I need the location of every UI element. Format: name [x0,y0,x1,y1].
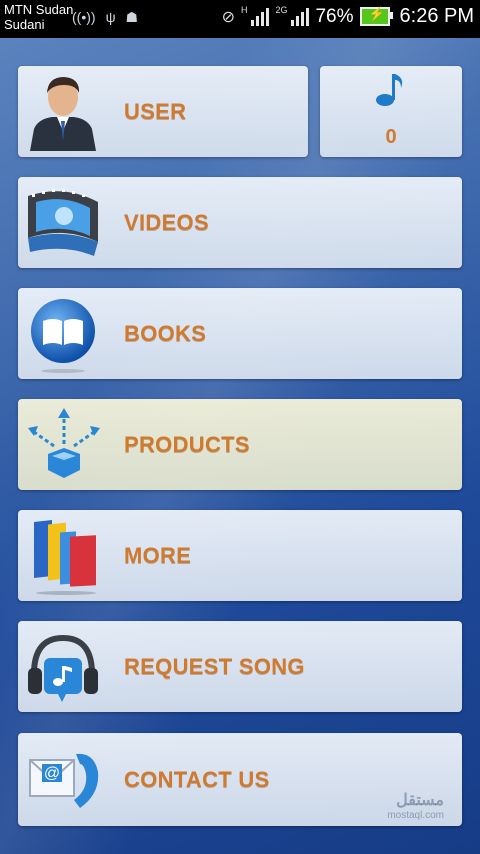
network-type-h: H [240,5,248,15]
more-label: MORE [124,542,192,568]
clock: 6:26 PM [399,5,474,27]
hotspot-icon: ((•)) [72,9,96,25]
battery-percent: 76% [315,5,354,27]
watermark-site: mostaql.com [387,810,444,821]
android-icon: ☗ [125,9,139,25]
song-counter-button[interactable]: 0 [320,66,462,157]
contact-us-label: CONTACT US [124,766,270,792]
film-reel-icon [28,189,98,256]
user-label: USER [124,98,187,124]
svg-text:@: @ [44,765,60,782]
videos-button[interactable]: VIDEOS [18,177,462,268]
signal-bars-icon [251,7,270,26]
books-button[interactable]: BOOKS [18,288,462,379]
watermark-logo: مستقل [396,792,444,809]
books-label: BOOKS [124,320,207,346]
notification-icons: ((•)) ψ ☗ [72,9,138,26]
signal-bars-2-icon [291,7,310,26]
products-button[interactable]: PRODUCTS [18,399,462,490]
usb-icon: ψ [105,9,116,25]
carrier-name: MTN Sudan Sudani [4,2,73,32]
battery-charging-icon: ⚡ [359,6,393,26]
products-box-icon [28,408,100,478]
system-indicators: ⊘ H 2G 76% ⚡ 6:26 PM [222,5,474,28]
user-avatar-icon [30,77,96,151]
watermark: مستقل mostaql.com [387,790,444,821]
carrier-line-2: Sudani [4,17,45,32]
mute-icon: ⊘ [221,8,235,26]
status-bar: MTN Sudan Sudani ((•)) ψ ☗ ⊘ H 2G 76% ⚡ … [0,0,480,38]
contact-envelope-phone-icon: @ [29,753,99,808]
request-song-button[interactable]: REQUEST SONG [18,621,462,712]
more-button[interactable]: MORE [18,510,462,601]
videos-label: VIDEOS [124,209,209,235]
network-type-2g: 2G [275,5,288,15]
request-song-label: REQUEST SONG [124,653,305,679]
song-count: 0 [385,126,397,148]
contact-us-button[interactable]: @ CONTACT US مستقل mostaql.com [18,733,462,826]
books-stack-icon [34,520,96,595]
music-note-icon [376,74,403,106]
products-label: PRODUCTS [124,431,250,457]
user-button[interactable]: USER [18,66,308,157]
book-icon [31,299,95,373]
headphones-icon [28,634,98,702]
carrier-line-1: MTN Sudan [4,2,74,17]
